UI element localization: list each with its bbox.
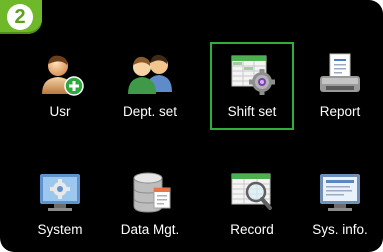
system-monitor-icon [40,174,80,211]
user-add-icon [42,55,84,96]
menu-label: Data Mgt. [120,222,180,237]
department-icon [128,54,172,94]
menu-item-report[interactable]: Report [298,42,382,130]
step-badge: 2 [0,0,42,34]
report-printer-icon [320,53,360,92]
step-number: 2 [7,4,33,30]
menu-item-data-mgt[interactable]: Data Mgt. [108,160,192,248]
menu-item-sys-info[interactable]: Sys. info. [298,160,382,248]
menu-item-usr[interactable]: Usr [18,42,102,130]
menu-label: System [37,222,83,237]
menu-item-record[interactable]: Record [210,160,294,248]
shift-settings-icon [231,55,275,95]
menu-label: Shift set [227,104,277,119]
menu-label: Dept. set [122,104,178,119]
menu-item-dept-set[interactable]: Dept. set [108,42,192,130]
device-screen: 2 Usr Dept. set Shift set Report System … [0,0,383,252]
main-menu-grid: Usr Dept. set Shift set Report System Da… [0,40,383,252]
menu-item-shift-set[interactable]: Shift set [210,42,294,130]
menu-label: Usr [49,104,71,119]
menu-label: Sys. info. [312,222,368,237]
menu-label: Report [319,104,361,119]
record-search-icon [231,173,272,210]
menu-item-system[interactable]: System [18,160,102,248]
system-info-icon [320,174,360,211]
menu-label: Record [230,222,274,237]
database-icon [133,172,171,213]
